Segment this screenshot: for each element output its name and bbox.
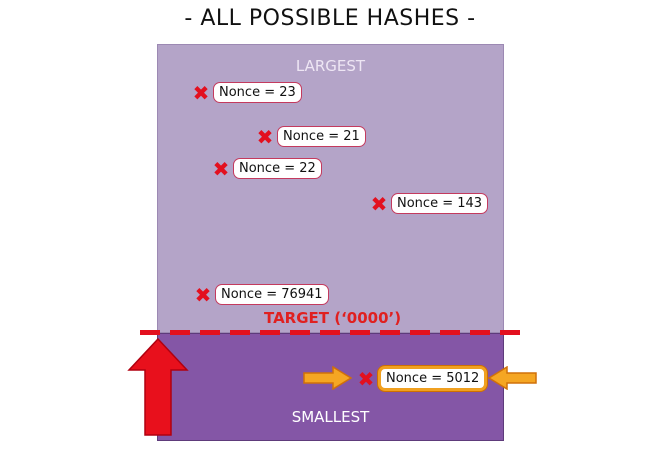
target-threshold-line xyxy=(140,330,520,335)
x-mark-icon: ✖ xyxy=(357,366,375,391)
x-mark-icon: ✖ xyxy=(370,191,388,216)
x-mark-icon: ✖ xyxy=(256,124,274,149)
nonce-item: ✖ Nonce = 22 xyxy=(211,158,322,179)
nonce-item: ✖ Nonce = 143 xyxy=(369,191,489,216)
arrow-left-icon xyxy=(487,366,537,390)
nonce-item-accepted: ✖ Nonce = 5012 xyxy=(356,366,488,391)
largest-label: LARGEST xyxy=(295,57,366,75)
target-label: TARGET (‘0000’) xyxy=(264,309,402,327)
x-mark-icon: ✖ xyxy=(212,156,230,181)
nonce-item: ✖ Nonce = 76941 xyxy=(193,284,329,305)
nonce-item: ✖ Nonce = 21 xyxy=(255,126,366,147)
nonce-label: Nonce = 22 xyxy=(233,158,322,179)
nonce-label: Nonce = 76941 xyxy=(215,284,329,305)
nonce-label: Nonce = 23 xyxy=(213,82,302,103)
up-arrow-icon xyxy=(127,337,189,436)
nonce-label: Nonce = 5012 xyxy=(378,366,488,391)
diagram-title: - ALL POSSIBLE HASHES - xyxy=(184,6,476,31)
nonce-label: Nonce = 143 xyxy=(391,193,489,214)
arrow-right-icon xyxy=(303,366,353,390)
nonce-item: ✖ Nonce = 23 xyxy=(191,82,302,103)
x-mark-icon: ✖ xyxy=(194,282,212,307)
x-mark-icon: ✖ xyxy=(192,80,210,105)
smallest-label: SMALLEST xyxy=(291,408,370,426)
nonce-label: Nonce = 21 xyxy=(277,126,366,147)
